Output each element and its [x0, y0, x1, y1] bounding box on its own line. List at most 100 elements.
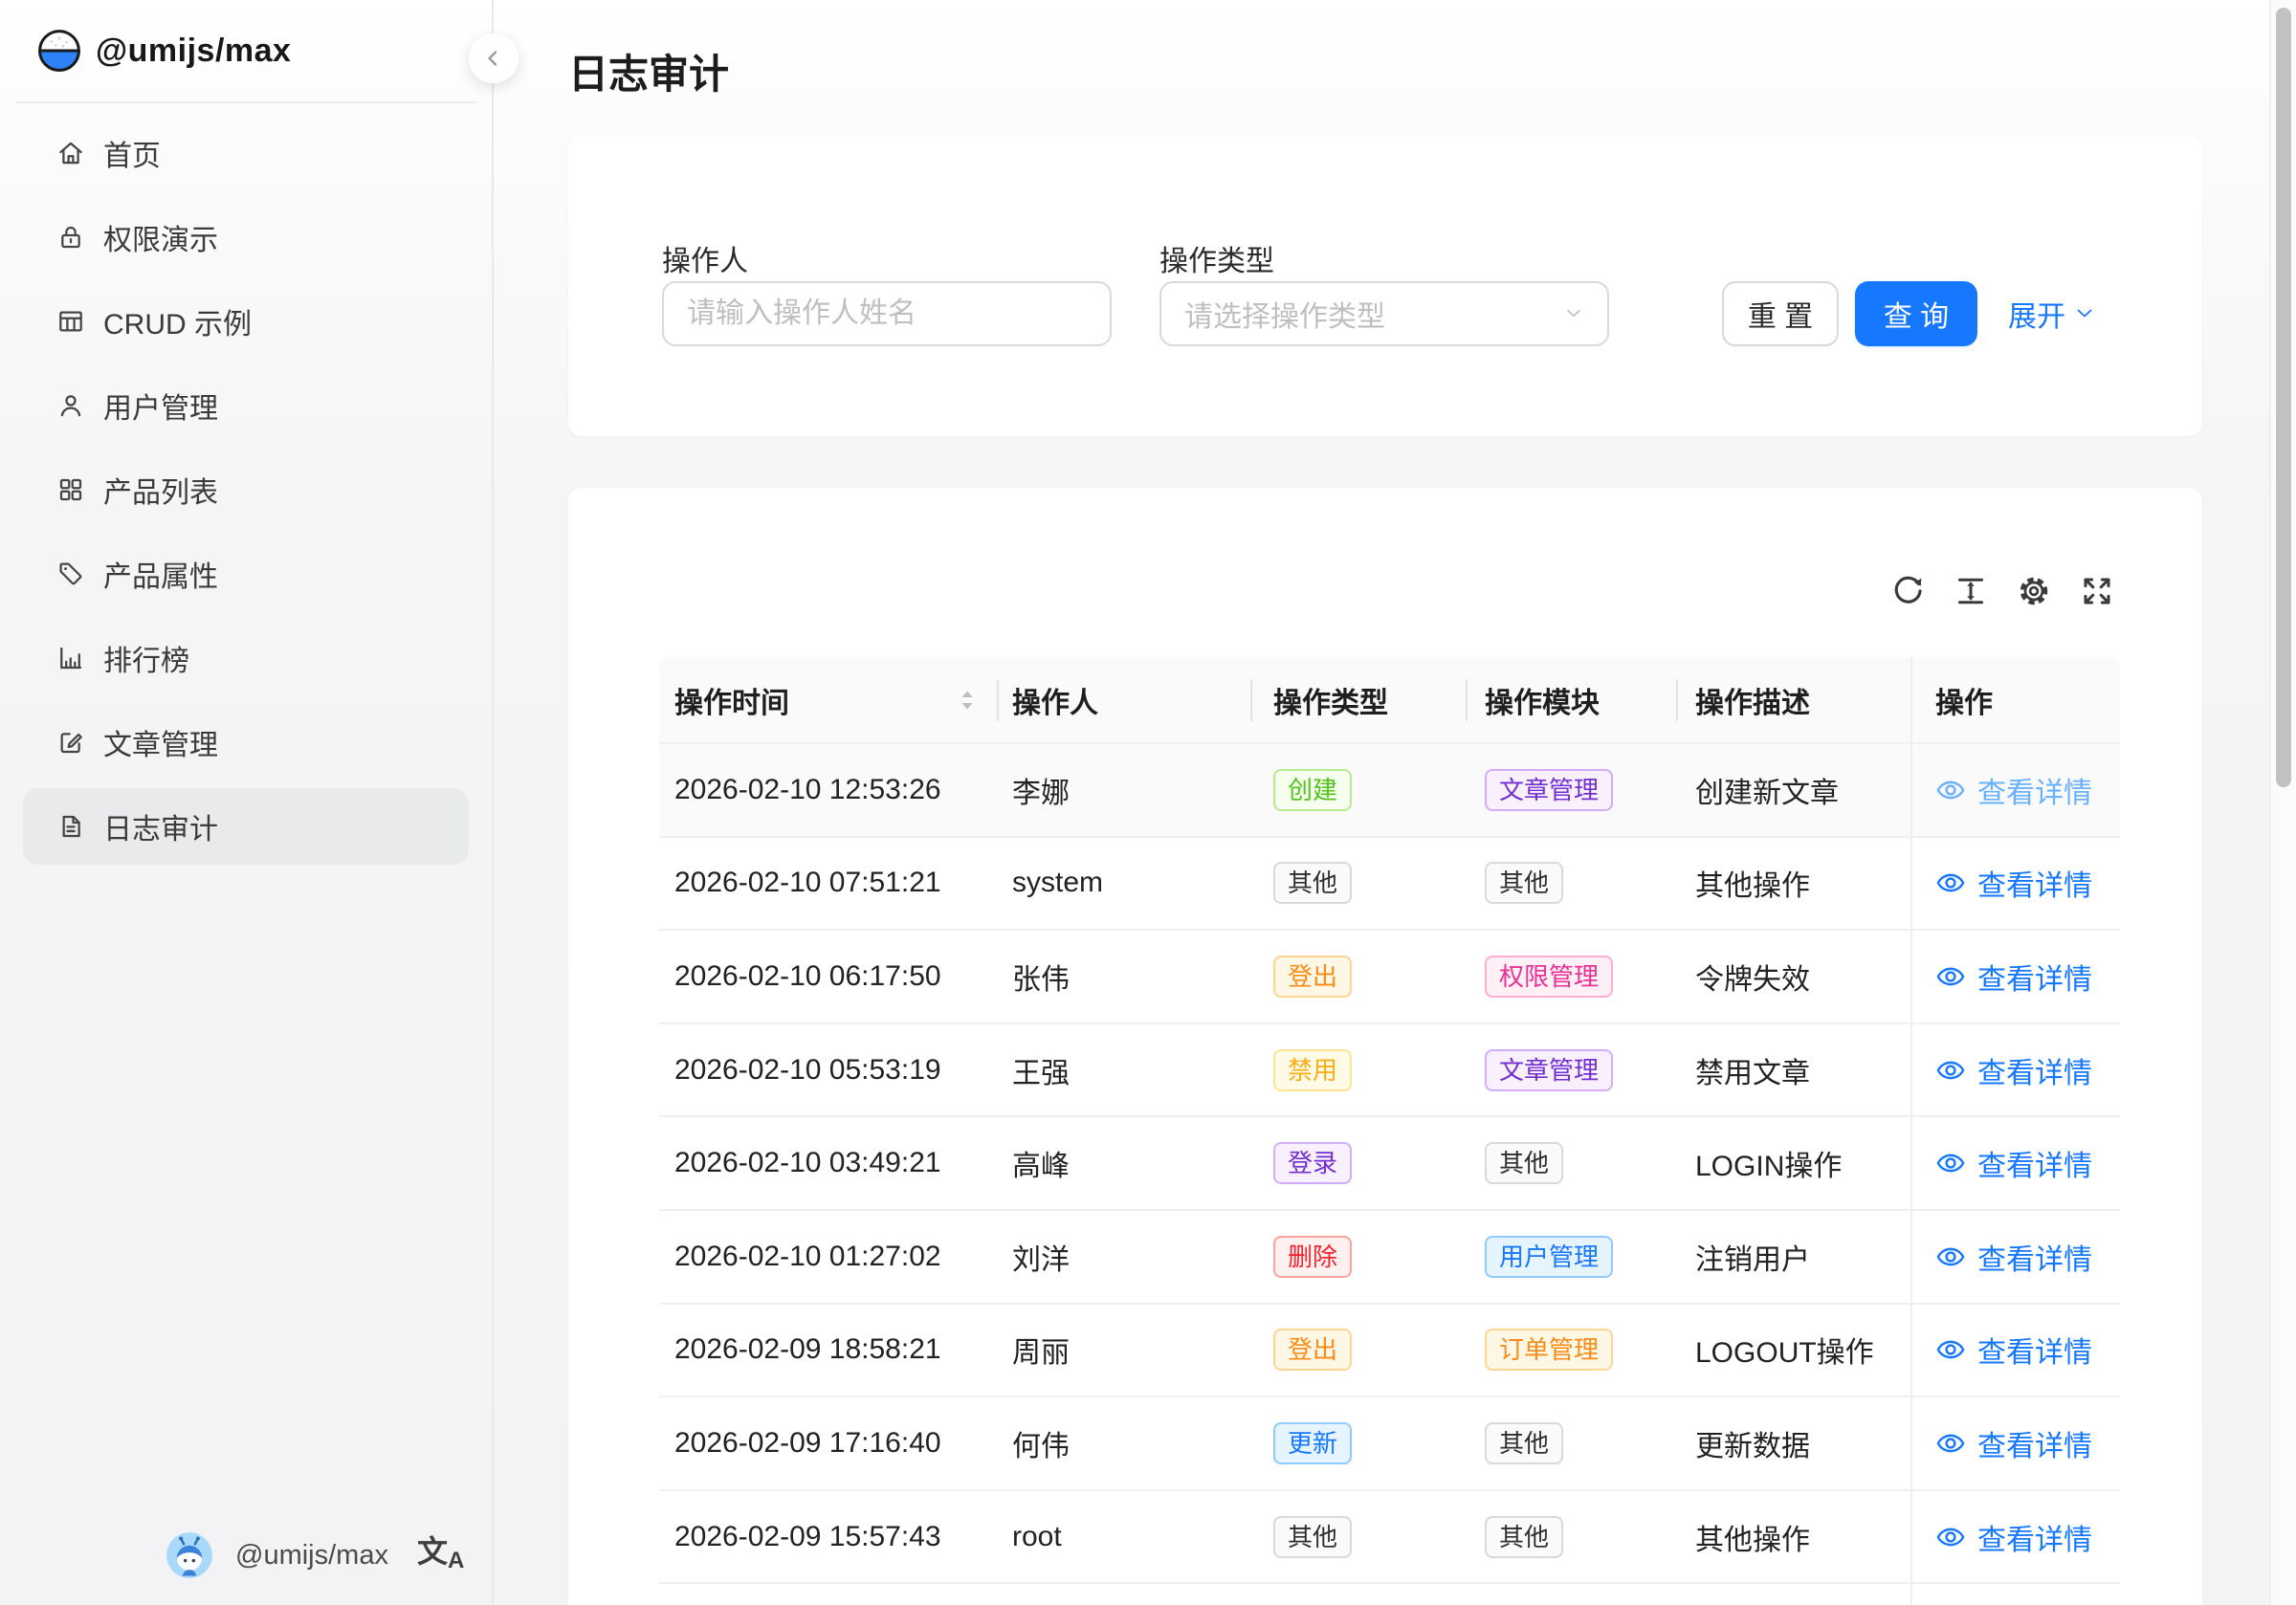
- query-button[interactable]: 查 询: [1855, 281, 1977, 346]
- product-icon: [55, 474, 86, 505]
- fullscreen-icon[interactable]: [2080, 574, 2114, 608]
- page-title: 日志审计: [568, 42, 729, 100]
- filter-card: 操作人 操作类型 请选择操作类型 重 置 查 询 展开: [568, 136, 2202, 436]
- module-tag: 其他: [1485, 1422, 1563, 1464]
- cell-operator: 周丽: [997, 1305, 1250, 1396]
- view-details-link[interactable]: 查看详情: [1935, 1329, 2092, 1371]
- settings-icon[interactable]: [2017, 574, 2051, 608]
- page-scrollbar-thumb[interactable]: [2276, 8, 2291, 787]
- sidebar-collapse-button[interactable]: [469, 33, 519, 83]
- rice-bowl-logo-icon: [36, 28, 82, 74]
- cell-operator: 王强: [997, 1024, 1250, 1116]
- view-details-link[interactable]: 查看详情: [1935, 769, 2092, 811]
- table-row: [659, 1584, 2120, 1605]
- cell-time: 2026-02-10 03:49:21: [659, 1117, 997, 1209]
- sidebar-item-label: 日志审计: [103, 805, 218, 847]
- table-row: 2026-02-10 01:27:02 刘洋 删除 用户管理 注销用户 查看详情: [659, 1211, 2120, 1305]
- column-header-desc: 操作描述: [1676, 657, 1910, 742]
- module-tag: 文章管理: [1485, 769, 1613, 811]
- sidebar-item-table[interactable]: CRUD 示例: [23, 283, 469, 360]
- table-icon: [55, 306, 86, 337]
- view-details-link[interactable]: 查看详情: [1935, 1142, 2092, 1184]
- cell-desc: 创建新文章: [1676, 744, 1910, 836]
- brand[interactable]: @umijs/max: [0, 0, 492, 101]
- cell-operator: 高峰: [997, 1117, 1250, 1209]
- sidebar-item-label: 产品列表: [103, 469, 218, 511]
- cell-time: 2026-02-09 15:57:43: [659, 1491, 997, 1583]
- cell-action: 查看详情: [1910, 1491, 2120, 1583]
- reset-button[interactable]: 重 置: [1722, 281, 1839, 346]
- cell-time: 2026-02-10 06:17:50: [659, 931, 997, 1022]
- cell-operator: 何伟: [997, 1397, 1250, 1489]
- cell-desc: 禁用文章: [1676, 1024, 1910, 1116]
- bar-chart-icon: [55, 643, 86, 673]
- table-row: 2026-02-10 12:53:26 李娜 创建 文章管理 创建新文章 查看详…: [659, 744, 2120, 838]
- eye-icon: [1935, 1242, 1966, 1272]
- cell-module: 文章管理: [1466, 744, 1676, 836]
- eye-icon: [1935, 1334, 1966, 1365]
- sidebar-item-product[interactable]: 产品列表: [23, 451, 469, 528]
- cell-operator: 张伟: [997, 931, 1250, 1022]
- cell-module: 其他: [1466, 1117, 1676, 1209]
- operation-type-select[interactable]: 请选择操作类型: [1159, 281, 1609, 346]
- view-details-link[interactable]: 查看详情: [1935, 1422, 2092, 1464]
- cell-action: 查看详情: [1910, 1211, 2120, 1303]
- view-details-link[interactable]: 查看详情: [1935, 1236, 2092, 1278]
- cell-module: 订单管理: [1466, 1305, 1676, 1396]
- table-header: 操作时间 操作人 操作类型 操作模块 操作描述 操作: [659, 657, 2120, 744]
- table-row: 2026-02-10 03:49:21 高峰 登录 其他 LOGIN操作 查看详…: [659, 1117, 2120, 1211]
- cell-time: 2026-02-10 01:27:02: [659, 1211, 997, 1303]
- footer-username: @umijs/max: [235, 1540, 388, 1572]
- cell-type: 其他: [1250, 838, 1466, 930]
- sidebar-item-home[interactable]: 首页: [23, 115, 469, 191]
- column-header-time[interactable]: 操作时间: [659, 657, 997, 742]
- column-header-operator: 操作人: [997, 657, 1250, 742]
- sidebar-item-tag[interactable]: 产品属性: [23, 536, 469, 612]
- table-row: 2026-02-10 07:51:21 system 其他 其他 其他操作 查看…: [659, 838, 2120, 932]
- module-tag: 用户管理: [1485, 1236, 1613, 1278]
- cell-action: 查看详情: [1910, 931, 2120, 1022]
- type-tag: 其他: [1273, 1516, 1352, 1558]
- type-tag: 登出: [1273, 1329, 1352, 1371]
- translation-icon[interactable]: 文A: [417, 1536, 464, 1572]
- column-height-icon[interactable]: [1954, 574, 1988, 608]
- chevron-down-icon: [1563, 303, 1584, 324]
- select-placeholder: 请选择操作类型: [1184, 293, 1385, 335]
- cell-action: 查看详情: [1910, 838, 2120, 930]
- tag-icon: [55, 559, 86, 589]
- table-row: 2026-02-09 18:58:21 周丽 登出 订单管理 LOGOUT操作 …: [659, 1305, 2120, 1398]
- operator-input[interactable]: [662, 281, 1112, 346]
- chevron-left-icon: [482, 47, 505, 70]
- view-details-link[interactable]: 查看详情: [1935, 956, 2092, 998]
- sidebar-item-user[interactable]: 用户管理: [23, 367, 469, 444]
- sidebar-item-file-text[interactable]: 日志审计: [23, 788, 469, 865]
- view-details-link[interactable]: 查看详情: [1935, 862, 2092, 904]
- cell-desc: 更新数据: [1676, 1397, 1910, 1489]
- sidebar-item-label: 文章管理: [103, 721, 218, 763]
- cell-desc: 其他操作: [1676, 1491, 1910, 1583]
- type-tag: 登录: [1273, 1142, 1352, 1184]
- sidebar-item-lock[interactable]: 权限演示: [23, 199, 469, 275]
- cell-module: 其他: [1466, 838, 1676, 930]
- cell-type: 其他: [1250, 1491, 1466, 1583]
- view-details-link[interactable]: 查看详情: [1935, 1049, 2092, 1091]
- table-row: 2026-02-10 05:53:19 王强 禁用 文章管理 禁用文章 查看详情: [659, 1024, 2120, 1118]
- sidebar-item-edit[interactable]: 文章管理: [23, 704, 469, 781]
- type-tag: 其他: [1273, 862, 1352, 904]
- view-details-link[interactable]: 查看详情: [1935, 1516, 2092, 1558]
- sort-carets-icon[interactable]: [960, 690, 974, 711]
- cell-type: 禁用: [1250, 1024, 1466, 1116]
- user-menu[interactable]: @umijs/max: [165, 1530, 388, 1580]
- sidebar-item-label: CRUD 示例: [103, 300, 252, 342]
- module-tag: 其他: [1485, 1142, 1563, 1184]
- module-tag: 权限管理: [1485, 956, 1613, 998]
- reload-icon[interactable]: [1890, 574, 1925, 608]
- operation-type-label: 操作类型: [1159, 237, 1274, 279]
- cell-desc: 其他操作: [1676, 838, 1910, 930]
- expand-toggle[interactable]: 展开: [2008, 281, 2096, 346]
- cell-time: 2026-02-09 17:16:40: [659, 1397, 997, 1489]
- sidebar-item-bar-chart[interactable]: 排行榜: [23, 620, 469, 696]
- home-icon: [55, 138, 86, 168]
- cell-type: 更新: [1250, 1397, 1466, 1489]
- cell-type: 登录: [1250, 1117, 1466, 1209]
